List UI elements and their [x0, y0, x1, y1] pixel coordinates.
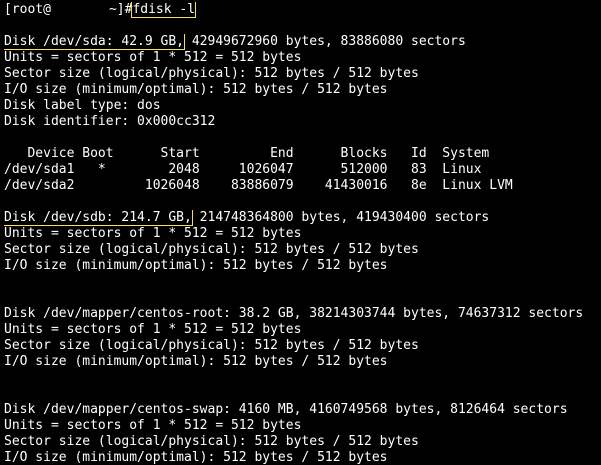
command-text: fdisk -l	[131, 2, 197, 18]
sda-units: Units = sectors of 1 * 512 = 512 bytes	[4, 50, 302, 65]
sdb-units: Units = sectors of 1 * 512 = 512 bytes	[4, 226, 302, 241]
centos-swap-units: Units = sectors of 1 * 512 = 512 bytes	[4, 418, 302, 433]
partition-row-sda1: /dev/sda1 * 2048 1026047 512000 83 Linux	[4, 162, 482, 177]
sdb-header-highlight: Disk /dev/sdb: 214.7 GB,	[4, 210, 193, 226]
sda-identifier: Disk identifier: 0x000cc312	[4, 114, 216, 129]
sda-io-size: I/O size (minimum/optimal): 512 bytes / …	[4, 82, 388, 97]
prompt-line: [root@ ~]#fdisk -l	[4, 2, 601, 18]
partition-row-sda2: /dev/sda2 1026048 83886079 41430016 8e L…	[4, 178, 513, 193]
centos-swap-header: Disk /dev/mapper/centos-swap: 4160 MB, 4…	[4, 402, 568, 417]
sda-header-details: 42949672960 bytes, 83886080 sectors	[184, 34, 466, 49]
sda-sector-size: Sector size (logical/physical): 512 byte…	[4, 66, 419, 81]
sda-label-type: Disk label type: dos	[4, 98, 161, 113]
centos-swap-sector-size: Sector size (logical/physical): 512 byte…	[4, 434, 419, 449]
prompt-user-host: [root@	[4, 2, 51, 17]
sda-header-highlight: Disk /dev/sda: 42.9 GB,	[4, 34, 186, 50]
sdb-sector-size: Sector size (logical/physical): 512 byte…	[4, 242, 419, 257]
terminal-window[interactable]: [root@ ~]#fdisk -l Disk /dev/sda: 42.9 GB…	[0, 0, 601, 465]
centos-root-units: Units = sectors of 1 * 512 = 512 bytes	[4, 322, 302, 337]
sda-header: Disk /dev/sda: 42.9 GB, 42949672960 byte…	[4, 34, 601, 50]
centos-root-sector-size: Sector size (logical/physical): 512 byte…	[4, 338, 419, 353]
sdb-header-details: 214748364800 bytes, 419430400 sectors	[191, 210, 490, 225]
sdb-io-size: I/O size (minimum/optimal): 512 bytes / …	[4, 258, 388, 273]
sdb-header: Disk /dev/sdb: 214.7 GB, 214748364800 by…	[4, 210, 601, 226]
partition-table-header: Device Boot Start End Blocks Id System	[4, 146, 490, 161]
prompt-cwd: ~]#	[108, 2, 133, 17]
centos-swap-io-size: I/O size (minimum/optimal): 512 bytes / …	[4, 450, 388, 465]
centos-root-io-size: I/O size (minimum/optimal): 512 bytes / …	[4, 354, 388, 369]
centos-root-header: Disk /dev/mapper/centos-root: 38.2 GB, 3…	[4, 306, 584, 321]
